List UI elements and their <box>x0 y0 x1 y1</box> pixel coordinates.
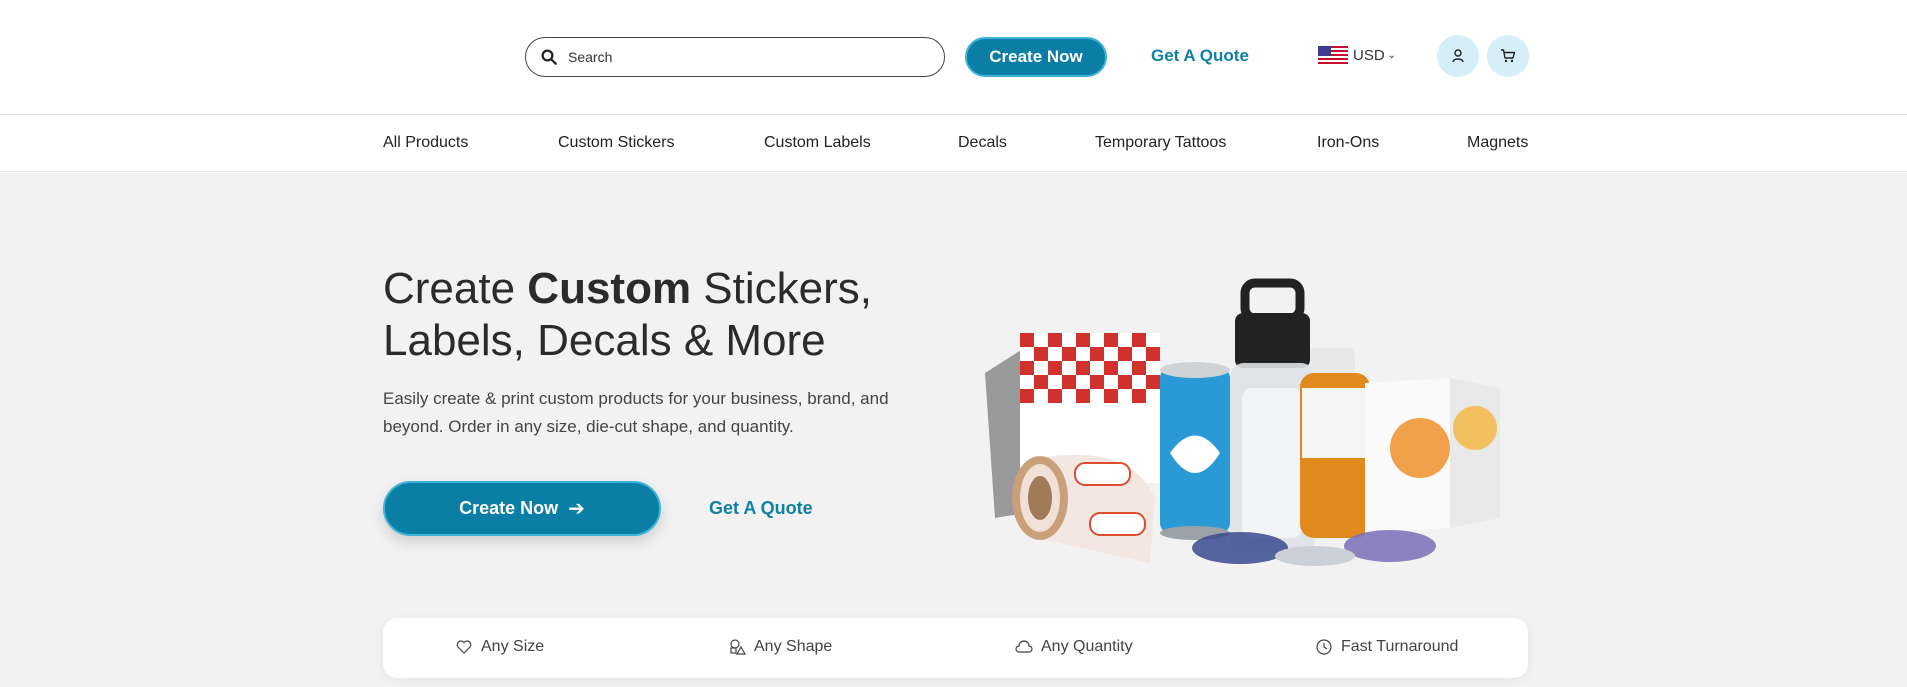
nav-item-magnets[interactable]: Magnets <box>1467 134 1528 152</box>
hero-create-now-button[interactable]: Create Now ➔ <box>383 481 661 536</box>
currency-label: USD <box>1353 46 1385 64</box>
shapes-icon <box>730 639 746 655</box>
product-box <box>1365 378 1500 533</box>
nav-item-temporary-tattoos[interactable]: Temporary Tattoos <box>1095 134 1226 152</box>
search-input[interactable] <box>568 49 928 65</box>
hero-title-bold: Custom <box>527 264 692 313</box>
arrow-right-icon: ➔ <box>568 498 585 520</box>
nav-item-all-products[interactable]: All Products <box>383 134 468 152</box>
feature-fast-turnaround: Fast Turnaround <box>1315 638 1458 656</box>
feature-any-quantity: Any Quantity <box>1015 638 1133 656</box>
sticker-roll <box>1012 454 1155 563</box>
us-flag-icon <box>1318 46 1348 64</box>
currency-selector[interactable]: USD ⌄ <box>1318 46 1396 64</box>
feature-any-size: Any Size <box>455 638 544 656</box>
search-icon <box>541 49 557 65</box>
clock-icon <box>1316 639 1332 655</box>
account-button[interactable] <box>1437 35 1479 77</box>
heart-icon <box>456 640 472 654</box>
hero-title-post: Stickers, <box>691 264 872 313</box>
feature-label: Any Quantity <box>1041 638 1133 655</box>
get-quote-link[interactable]: Get A Quote <box>1151 46 1249 66</box>
hero-title-line2: Labels, Decals & More <box>383 316 826 365</box>
nav-item-custom-labels[interactable]: Custom Labels <box>764 134 871 152</box>
feature-any-shape: Any Shape <box>728 638 832 656</box>
hero-title-pre: Create <box>383 264 528 313</box>
product-collage-image <box>985 278 1500 566</box>
hero-create-now-label: Create Now <box>459 498 559 518</box>
nav-item-custom-stickers[interactable]: Custom Stickers <box>558 134 674 152</box>
hero-section: Create Custom Stickers, Labels, Decals &… <box>0 173 1907 687</box>
cart-icon <box>1501 49 1516 63</box>
amber-jar <box>1300 348 1370 538</box>
hero-title: Create Custom Stickers, Labels, Decals &… <box>383 263 943 367</box>
feature-label: Fast Turnaround <box>1341 638 1459 655</box>
cloud-icon <box>1015 640 1033 653</box>
feature-label: Any Size <box>481 638 545 655</box>
feature-label: Any Shape <box>754 638 833 655</box>
hero-get-quote-link[interactable]: Get A Quote <box>709 498 813 519</box>
hero-subtitle: Easily create & print custom products fo… <box>383 389 889 436</box>
site-header: Create Now Get A Quote USD ⌄ <box>0 0 1907 115</box>
features-bar: Any Size Any Shape Any Quantity Fast Tur… <box>383 618 1528 678</box>
cart-button[interactable] <box>1487 35 1529 77</box>
nav-item-decals[interactable]: Decals <box>958 134 1007 152</box>
blue-can <box>1160 362 1230 540</box>
chevron-down-icon: ⌄ <box>1387 49 1397 61</box>
create-now-button[interactable]: Create Now <box>965 37 1107 77</box>
main-nav: All Products Custom Stickers Custom Labe… <box>0 115 1907 172</box>
search-bar[interactable] <box>525 37 945 77</box>
nav-item-iron-ons[interactable]: Iron-Ons <box>1317 134 1379 152</box>
user-icon <box>1452 49 1464 63</box>
